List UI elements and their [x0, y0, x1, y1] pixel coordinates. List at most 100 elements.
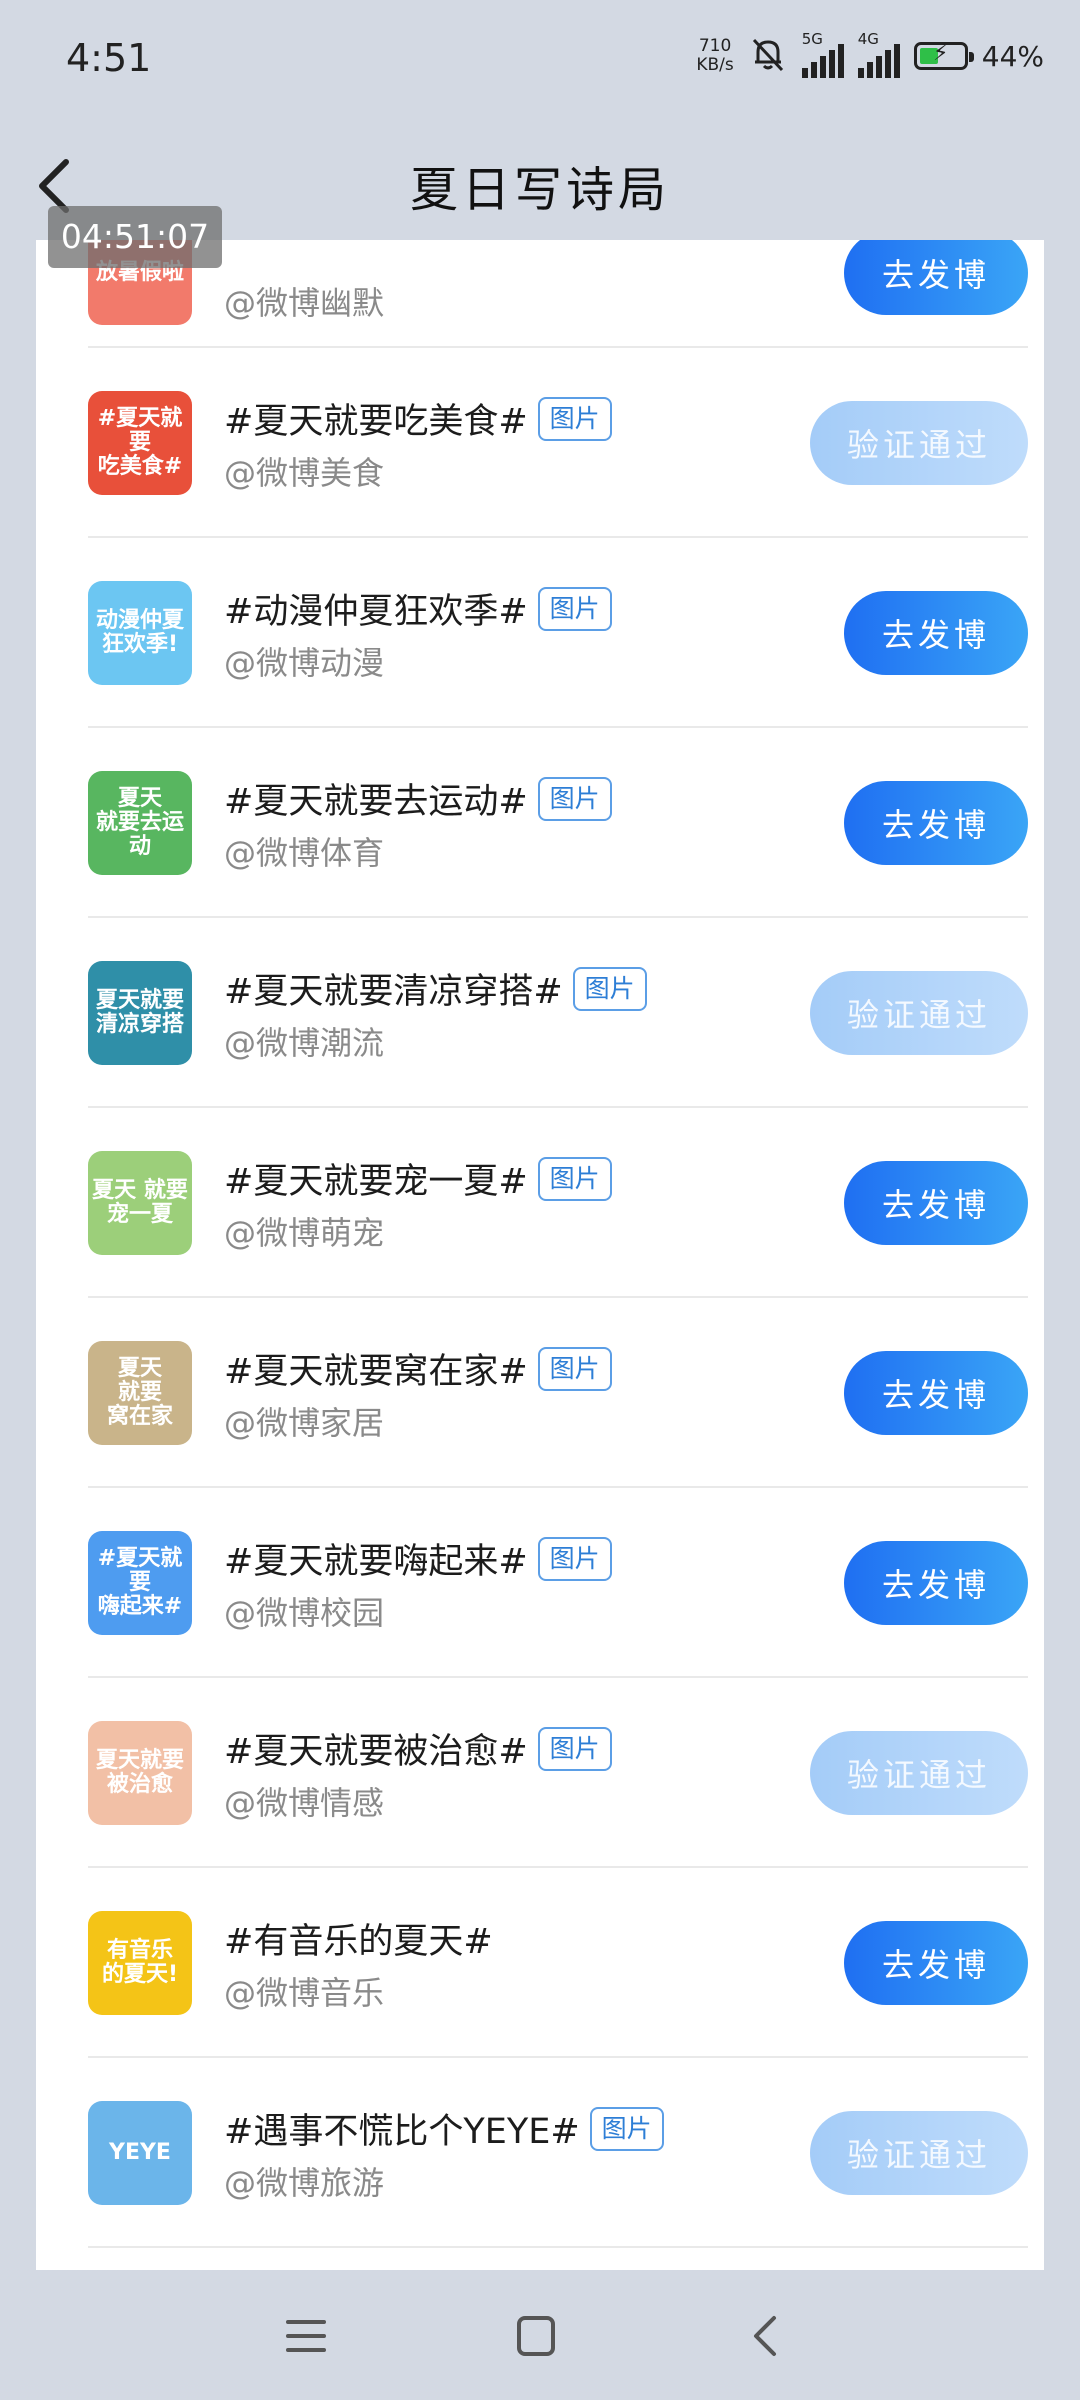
topic-account[interactable]: @微博体育 [224, 828, 384, 874]
list-item[interactable]: 夏天就要 清凉穿搭 #夏天就要清凉穿搭# 图片 @微博潮流 验证通过 [88, 918, 1028, 1108]
list-item[interactable]: 有音乐 的夏天! #有音乐的夏天# @微博音乐 去发博 [88, 1868, 1028, 2058]
list-item[interactable]: 夏天 就要 窝在家 #夏天就要窝在家# 图片 @微博家居 去发博 [88, 1298, 1028, 1488]
topic-thumbnail: 有音乐 的夏天! [88, 1911, 192, 2015]
topic-title[interactable]: #夏天就要被治愈# [224, 1723, 528, 1774]
list-item[interactable]: YEYE #遇事不慌比个YEYE# 图片 @微博旅游 验证通过 [88, 2058, 1028, 2248]
topic-thumbnail: 夏天 就要去运动 [88, 771, 192, 875]
post-button[interactable]: 去发博 [844, 1921, 1028, 2005]
verified-button[interactable]: 验证通过 [810, 2111, 1028, 2195]
image-tag-badge: 图片 [537, 776, 612, 821]
topic-thumbnail: 夏天就要 被治愈 [88, 1721, 192, 1825]
topic-title[interactable]: #夏天就要嗨起来# [224, 1533, 528, 1584]
image-tag-badge: 图片 [537, 1156, 612, 1201]
topic-title-row: #夏天就要窝在家# 图片 [224, 1343, 612, 1394]
topic-account[interactable]: @微博潮流 [224, 1018, 384, 1064]
divider [88, 2246, 1028, 2248]
topic-thumbnail-text: 夏天 就要 窝在家 [106, 1356, 173, 1429]
topic-thumbnail: YEYE [88, 2101, 192, 2205]
topic-title-row: #夏天就要清凉穿搭# 图片 [224, 963, 647, 1014]
topic-thumbnail: #夏天就要 吃美食# [88, 391, 192, 495]
topic-thumbnail-text: #夏天就要 吃美食# [97, 406, 183, 479]
signal-4g-icon: 4G [857, 30, 900, 78]
topic-thumbnail-text: 夏天 就要 宠一夏 [92, 1178, 188, 1227]
sim1-label: 5G [801, 30, 823, 48]
floating-clock-overlay: 04:51:07 [48, 206, 222, 268]
list-item[interactable]: 夏天 就要去运动 #夏天就要去运动# 图片 @微博体育 去发博 [88, 728, 1028, 918]
status-time: 4:51 [66, 36, 152, 80]
topic-list: 放暑假啦 @微博幽默 去发博 #夏天就要 吃美食# #夏天就要吃美食# 图片 @微博美… [36, 240, 1044, 2270]
list-item[interactable]: #夏天就要 吃美食# #夏天就要吃美食# 图片 @微博美食 验证通过 [88, 348, 1028, 538]
topic-thumbnail-text: #夏天就要 嗨起来# [97, 1546, 183, 1619]
verified-button[interactable]: 验证通过 [810, 1731, 1028, 1815]
topic-title[interactable]: #夏天就要去运动# [224, 773, 528, 824]
topic-title-row: #遇事不慌比个YEYE# 图片 [224, 2103, 664, 2154]
topic-title[interactable]: #遇事不慌比个YEYE# [224, 2103, 580, 2154]
nav-back-icon[interactable] [736, 2306, 796, 2366]
topic-thumbnail-text: 有音乐 的夏天! [101, 1938, 179, 1987]
list-item[interactable]: #夏天就要 嗨起来# #夏天就要嗨起来# 图片 @微博校园 去发博 [88, 1488, 1028, 1678]
topic-account[interactable]: @微博家居 [224, 1398, 384, 1444]
verified-button[interactable]: 验证通过 [810, 401, 1028, 485]
battery-icon: ⚡ [913, 41, 974, 70]
list-item[interactable]: 夏天 就要 宠一夏 #夏天就要宠一夏# 图片 @微博萌宠 去发博 [88, 1108, 1028, 1298]
topic-title-row: #夏天就要吃美食# 图片 [224, 393, 612, 444]
topic-account[interactable]: @微博美食 [224, 448, 384, 494]
topic-title-row: #夏天就要宠一夏# 图片 [224, 1153, 612, 1204]
post-button[interactable]: 去发博 [844, 1161, 1028, 1245]
system-nav-bar [0, 2270, 1080, 2400]
image-tag-badge: 图片 [537, 1346, 612, 1391]
list-item[interactable]: 动漫仲夏 狂欢季! #动漫仲夏狂欢季# 图片 @微博动漫 去发博 [88, 538, 1028, 728]
topic-thumbnail: #夏天就要 嗨起来# [88, 1531, 192, 1635]
battery-percent: 44% [981, 39, 1044, 73]
topic-account[interactable]: @微博校园 [224, 1588, 384, 1634]
list-item[interactable]: 夏天就要 被治愈 #夏天就要被治愈# 图片 @微博情感 验证通过 [88, 1678, 1028, 1868]
topic-title-row: #夏天就要被治愈# 图片 [224, 1723, 612, 1774]
post-button[interactable]: 去发博 [844, 240, 1028, 315]
topic-thumbnail-text: YEYE [109, 2140, 171, 2165]
image-tag-badge: 图片 [537, 586, 612, 631]
topic-title-row: #夏天就要嗨起来# 图片 [224, 1533, 612, 1584]
topic-thumbnail: 动漫仲夏 狂欢季! [88, 581, 192, 685]
topic-thumbnail: 夏天 就要 窝在家 [88, 1341, 192, 1445]
image-tag-badge: 图片 [537, 396, 612, 441]
signal-5g-icon: 5G [801, 30, 844, 78]
topic-title-row: #夏天就要去运动# 图片 [224, 773, 612, 824]
status-icons: 710 KB/s 5G 4G ⚡ 44% [696, 30, 1044, 82]
charging-bolt-icon: ⚡ [933, 41, 949, 66]
topic-thumbnail-text: 夏天就要 被治愈 [95, 1748, 184, 1797]
topic-thumbnail-text: 夏天就要 清凉穿搭 [95, 988, 184, 1037]
verified-button[interactable]: 验证通过 [810, 971, 1028, 1055]
net-speed-value: 710 [698, 36, 732, 56]
topic-account[interactable]: @微博动漫 [224, 638, 384, 684]
topic-title-row: #有音乐的夏天# [224, 1913, 493, 1964]
topic-title-row: #动漫仲夏狂欢季# 图片 [224, 583, 612, 634]
net-speed: 710 KB/s [696, 37, 733, 75]
topic-thumbnail-text: 动漫仲夏 狂欢季! [95, 608, 184, 657]
menu-icon[interactable] [276, 2306, 336, 2366]
topic-thumbnail: 夏天就要 清凉穿搭 [88, 961, 192, 1065]
post-button[interactable]: 去发博 [844, 591, 1028, 675]
topic-account[interactable]: @微博幽默 [224, 278, 384, 324]
topic-title[interactable]: #夏天就要窝在家# [224, 1343, 528, 1394]
image-tag-badge: 图片 [537, 1726, 612, 1771]
mute-bell-icon [748, 34, 788, 78]
image-tag-badge: 图片 [572, 966, 647, 1011]
sim2-label: 4G [857, 30, 879, 48]
topic-title[interactable]: #夏天就要吃美食# [224, 393, 528, 444]
topic-title[interactable]: #动漫仲夏狂欢季# [224, 583, 528, 634]
topic-title[interactable]: #夏天就要清凉穿搭# [224, 963, 563, 1014]
topic-title[interactable]: #有音乐的夏天# [224, 1913, 493, 1964]
image-tag-badge: 图片 [589, 2106, 664, 2151]
topic-account[interactable]: @微博音乐 [224, 1968, 384, 2014]
topic-thumbnail: 夏天 就要 宠一夏 [88, 1151, 192, 1255]
topic-account[interactable]: @微博萌宠 [224, 1208, 384, 1254]
topic-account[interactable]: @微博情感 [224, 1778, 384, 1824]
topic-title[interactable]: #夏天就要宠一夏# [224, 1153, 528, 1204]
post-button[interactable]: 去发博 [844, 1351, 1028, 1435]
topic-account[interactable]: @微博旅游 [224, 2158, 384, 2204]
post-button[interactable]: 去发博 [844, 1541, 1028, 1625]
post-button[interactable]: 去发博 [844, 781, 1028, 865]
image-tag-badge: 图片 [537, 1536, 612, 1581]
status-bar: 4:51 710 KB/s 5G 4G ⚡ 44% [0, 0, 1080, 118]
home-square-icon[interactable] [506, 2306, 566, 2366]
